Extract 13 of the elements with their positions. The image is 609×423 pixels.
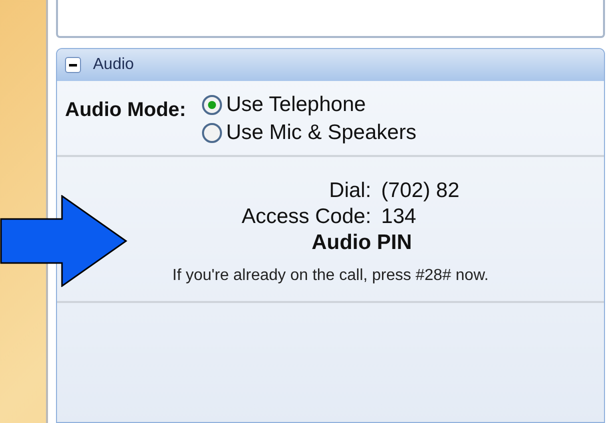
dial-number: (702) 82 (381, 179, 460, 203)
access-code-label: Access Code: (242, 205, 372, 229)
radio-label[interactable]: Use Mic & Speakers (226, 121, 416, 145)
audio-mode-label: Audio Mode: (65, 99, 186, 123)
dial-label: Dial: (328, 179, 372, 203)
collapse-button[interactable] (65, 57, 81, 73)
radio-button[interactable] (202, 95, 222, 115)
arrow-icon (0, 195, 128, 287)
audio-pin-label: Audio PIN (310, 231, 413, 255)
access-code-value: 134 (381, 205, 418, 229)
panel-title: Audio (93, 56, 134, 74)
radio-label[interactable]: Use Telephone (226, 93, 366, 117)
radio-button[interactable] (202, 123, 222, 143)
